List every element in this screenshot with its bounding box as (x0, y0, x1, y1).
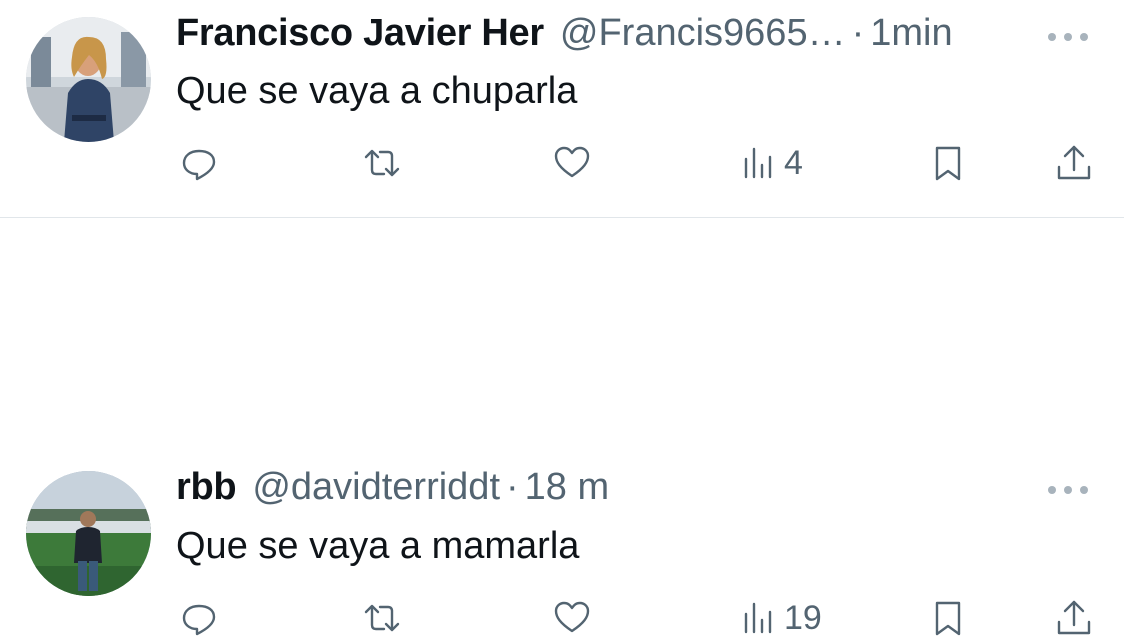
share-icon (1057, 145, 1091, 180)
separator-dot: · (851, 12, 865, 54)
action-bar: 4 (0, 141, 1124, 185)
bookmark-icon (935, 146, 961, 181)
separator-dot: · (506, 466, 519, 508)
user-handle[interactable]: @davidterriddt (252, 466, 500, 509)
tweet-text: Que se vaya a mamarla (176, 525, 580, 567)
retweet-icon (364, 604, 400, 632)
bookmark-button[interactable] (928, 141, 968, 185)
reply-button[interactable] (179, 596, 219, 640)
share-button[interactable] (1054, 596, 1094, 640)
tweet[interactable]: rbb @davidterriddt · 18 m Que se vaya a … (0, 218, 1124, 637)
tweet[interactable]: Francisco Javier Her @Francis9665… · 1mi… (0, 0, 1124, 218)
user-avatar-icon (26, 471, 151, 596)
user-avatar-icon (26, 17, 151, 142)
user-handle[interactable]: @Francis9665… (560, 12, 846, 55)
tweet-header: Francisco Javier Her @Francis9665… · 1mi… (176, 12, 953, 55)
display-name[interactable]: rbb (176, 466, 237, 509)
reply-icon (182, 149, 216, 181)
share-icon (1057, 600, 1091, 635)
views-icon (744, 602, 772, 634)
like-icon (554, 601, 590, 633)
reply-icon (182, 604, 216, 636)
tweet-text: Que se vaya a chuparla (176, 70, 578, 112)
views-icon (744, 147, 772, 179)
bookmark-button[interactable] (928, 596, 968, 640)
like-button[interactable] (552, 596, 592, 640)
more-icon[interactable] (1048, 27, 1088, 47)
more-icon[interactable] (1048, 480, 1088, 500)
views-button[interactable]: 4 (740, 141, 803, 185)
bookmark-icon (935, 601, 961, 636)
tweet-header: rbb @davidterriddt · 18 m (176, 466, 609, 509)
avatar[interactable] (26, 17, 151, 142)
display-name[interactable]: Francisco Javier Her (176, 12, 544, 55)
views-count: 4 (784, 143, 803, 182)
action-bar: 19 (0, 596, 1124, 640)
views-count: 19 (784, 598, 822, 637)
avatar[interactable] (26, 471, 151, 596)
views-button[interactable]: 19 (740, 596, 822, 640)
retweet-icon (364, 149, 400, 177)
reply-button[interactable] (179, 141, 219, 185)
timestamp[interactable]: 18 m (525, 466, 609, 509)
like-button[interactable] (552, 141, 592, 185)
retweet-button[interactable] (362, 141, 402, 185)
timestamp[interactable]: 1min (870, 12, 952, 55)
like-icon (554, 146, 590, 178)
retweet-button[interactable] (362, 596, 402, 640)
share-button[interactable] (1054, 141, 1094, 185)
